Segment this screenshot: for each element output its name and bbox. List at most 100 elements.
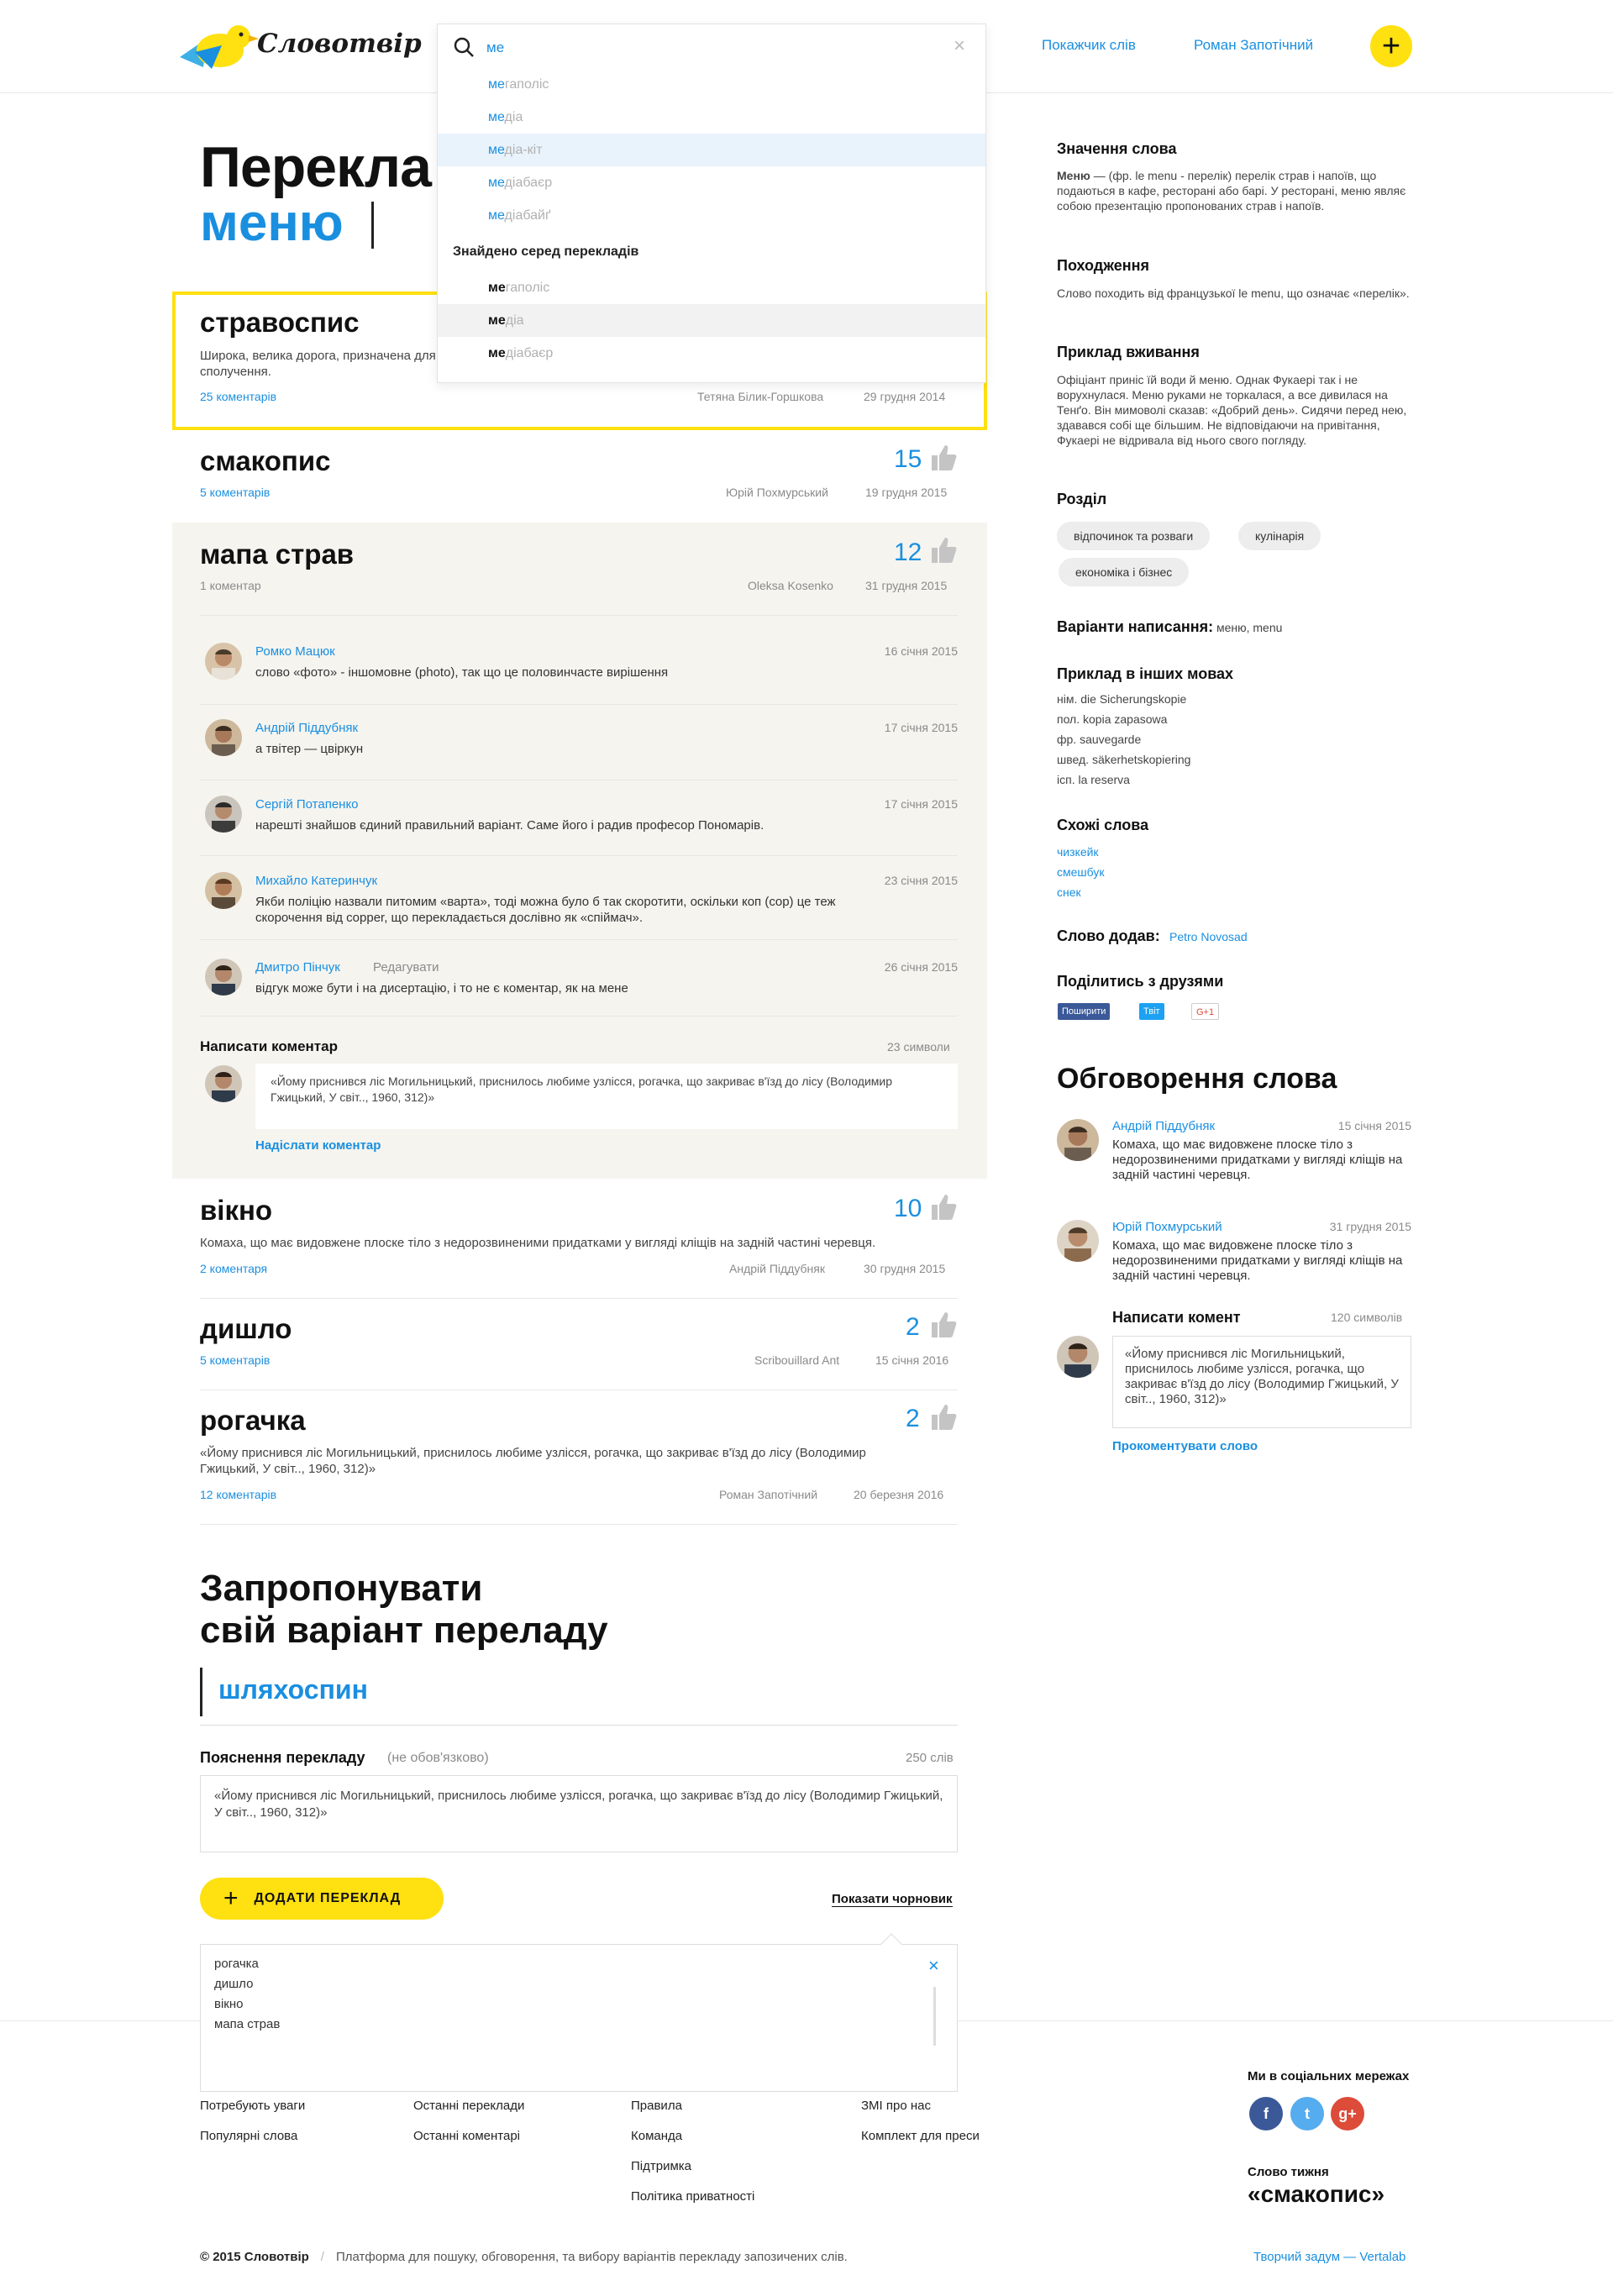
- found-translation-item[interactable]: медіа: [438, 304, 985, 337]
- avatar[interactable]: [1057, 1220, 1099, 1262]
- thumbs-up-icon[interactable]: [929, 1193, 958, 1222]
- translation-comments-link[interactable]: 2 коментаря: [200, 1262, 267, 1275]
- google-plus-icon[interactable]: g+: [1331, 2097, 1364, 2130]
- section-tag[interactable]: кулінарія: [1238, 522, 1321, 550]
- discussion-author[interactable]: Юрій Похмурський: [1112, 1220, 1222, 1234]
- twitter-icon[interactable]: t: [1290, 2097, 1324, 2130]
- translation-comments-count[interactable]: 1 коментар: [200, 579, 261, 592]
- footer-link[interactable]: Популярні слова: [200, 2129, 297, 2143]
- thumbs-up-icon[interactable]: [929, 1403, 958, 1432]
- avatar[interactable]: [1057, 1119, 1099, 1161]
- show-draft-link[interactable]: Показати чорновик: [832, 1892, 953, 1907]
- comment-author[interactable]: Дмитро Пінчук: [255, 960, 340, 975]
- vote-count: 15: [894, 445, 922, 473]
- draft-item[interactable]: вікно: [214, 1997, 244, 2011]
- nav-word-index-link[interactable]: Покажчик слів: [1042, 37, 1136, 54]
- footer-link[interactable]: Підтримка: [631, 2159, 691, 2173]
- discussion-char-count: 120 символів: [1331, 1311, 1403, 1324]
- origin-text: Слово походить від французької le menu, …: [1057, 286, 1410, 300]
- explanation-textarea[interactable]: «Йому приснився ліс Могильницький, присн…: [200, 1775, 958, 1852]
- footer-link[interactable]: Останні переклади: [413, 2099, 524, 2113]
- send-comment-button[interactable]: Надіслати коментар: [255, 1138, 381, 1153]
- avatar[interactable]: [205, 959, 242, 996]
- thumbs-up-icon[interactable]: [929, 536, 958, 565]
- footer-link[interactable]: Комплект для преси: [861, 2129, 980, 2143]
- comment-word-button[interactable]: Прокоментувати слово: [1112, 1439, 1258, 1453]
- translation-author[interactable]: Тетяна Білик-Горшкова: [697, 390, 823, 403]
- bird-logo-icon[interactable]: [178, 20, 259, 76]
- section-heading: Розділ: [1057, 491, 1107, 507]
- close-icon[interactable]: ×: [928, 1955, 939, 1977]
- found-translation-item[interactable]: мегаполіс: [438, 271, 985, 304]
- discussion-author[interactable]: Андрій Піддубняк: [1112, 1119, 1215, 1133]
- nav-user-link[interactable]: Роман Запотічний: [1194, 37, 1313, 54]
- translation-comments-link[interactable]: 25 коментарів: [200, 390, 276, 403]
- similar-word-link[interactable]: смешбук: [1057, 865, 1104, 879]
- suggestion-item[interactable]: медіабайґ: [438, 199, 985, 232]
- footer-link[interactable]: Останні коментарі: [413, 2129, 520, 2143]
- suggestion-item[interactable]: мегаполіс: [438, 68, 985, 101]
- avatar[interactable]: [205, 872, 242, 909]
- google-plus-button[interactable]: G+1: [1191, 1003, 1220, 1020]
- translation-comments-link[interactable]: 5 коментарів: [200, 1353, 270, 1367]
- clear-search-icon[interactable]: ×: [954, 36, 965, 56]
- thumbs-up-icon[interactable]: [929, 1311, 958, 1339]
- translation-word[interactable]: рогачка: [200, 1405, 306, 1437]
- footer-link[interactable]: Потребують уваги: [200, 2099, 305, 2113]
- facebook-share-button[interactable]: Поширити: [1058, 1003, 1111, 1020]
- comment-textarea[interactable]: «Йому приснився ліс Могильницький, присн…: [255, 1064, 958, 1129]
- scrollbar[interactable]: [933, 1987, 936, 2046]
- comment-author[interactable]: Ромко Мацюк: [255, 644, 335, 659]
- suggestion-item[interactable]: медіа: [438, 101, 985, 134]
- footer-link[interactable]: Політика приватності: [631, 2189, 754, 2204]
- edit-comment-link[interactable]: Редагувати: [373, 960, 439, 975]
- translation-author[interactable]: Oleksa Kosenko: [748, 579, 833, 592]
- translation-author[interactable]: Андрій Піддубняк: [729, 1262, 825, 1275]
- similar-word-link[interactable]: снек: [1057, 885, 1081, 899]
- twitter-tweet-button[interactable]: Твіт: [1139, 1003, 1164, 1020]
- found-translation-item[interactable]: медіабаєр: [438, 337, 985, 370]
- footer-link[interactable]: Правила: [631, 2099, 682, 2113]
- draft-item[interactable]: мапа страв: [214, 2017, 280, 2031]
- comment-item: Михайло Катеринчук 23 січня 2015 Якби по…: [200, 872, 958, 931]
- suggestion-item[interactable]: медіа-кіт: [438, 134, 985, 166]
- translation-author[interactable]: Юрій Похмурський: [726, 486, 828, 499]
- section-tag[interactable]: економіка і бізнес: [1059, 558, 1190, 586]
- footer-link[interactable]: ЗМІ про нас: [861, 2099, 931, 2113]
- comment-author[interactable]: Андрій Піддубняк: [255, 721, 358, 735]
- logo-text[interactable]: Словотвір: [257, 29, 422, 59]
- word-of-week[interactable]: «смакопис»: [1248, 2181, 1384, 2208]
- translation-word[interactable]: смакопис: [200, 445, 331, 477]
- translation-word[interactable]: дишло: [200, 1313, 292, 1345]
- comment-item: Сергій Потапенко 17 січня 2015 нарешті з…: [200, 796, 958, 846]
- discussion-textarea[interactable]: «Йому приснився ліс Могильницький, присн…: [1112, 1336, 1411, 1428]
- translation-word[interactable]: стравоспис: [200, 307, 360, 339]
- avatar[interactable]: [205, 643, 242, 680]
- credits-link[interactable]: Творчий задум — Vertalab: [1253, 2250, 1405, 2264]
- draft-item[interactable]: рогачка: [214, 1957, 259, 1971]
- new-translation-input[interactable]: шляхоспин: [218, 1674, 368, 1705]
- translation-comments-link[interactable]: 5 коментарів: [200, 486, 270, 499]
- add-word-button[interactable]: +: [1370, 25, 1412, 67]
- avatar[interactable]: [205, 719, 242, 756]
- avatar[interactable]: [205, 796, 242, 833]
- translation-comments-link[interactable]: 12 коментарів: [200, 1488, 276, 1501]
- section-tag[interactable]: відпочинок та розваги: [1057, 522, 1211, 550]
- translation-author[interactable]: Роман Запотічний: [719, 1488, 817, 1501]
- comment-author[interactable]: Сергій Потапенко: [255, 797, 359, 812]
- suggestion-item[interactable]: медіабаєр: [438, 166, 985, 199]
- translation-word[interactable]: вікно: [200, 1195, 272, 1227]
- thumbs-up-icon[interactable]: [929, 444, 958, 472]
- footer-link[interactable]: Команда: [631, 2129, 682, 2143]
- translation-word[interactable]: мапа страв: [200, 539, 354, 570]
- comment-author[interactable]: Михайло Катеринчук: [255, 874, 377, 888]
- word-input-caret: [200, 1668, 202, 1716]
- draft-item[interactable]: дишло: [214, 1977, 253, 1991]
- similar-word-link[interactable]: чизкейк: [1057, 845, 1099, 859]
- translation-author[interactable]: Scribouillard Ant: [754, 1353, 839, 1367]
- add-translation-button[interactable]: + ДОДАТИ ПЕРЕКЛАД: [200, 1878, 444, 1920]
- facebook-icon[interactable]: f: [1249, 2097, 1283, 2130]
- search-input[interactable]: [486, 38, 923, 58]
- added-by-user-link[interactable]: Petro Novosad: [1169, 930, 1248, 943]
- comment-item: Андрій Піддубняк 17 січня 2015 а твітер …: [200, 719, 958, 770]
